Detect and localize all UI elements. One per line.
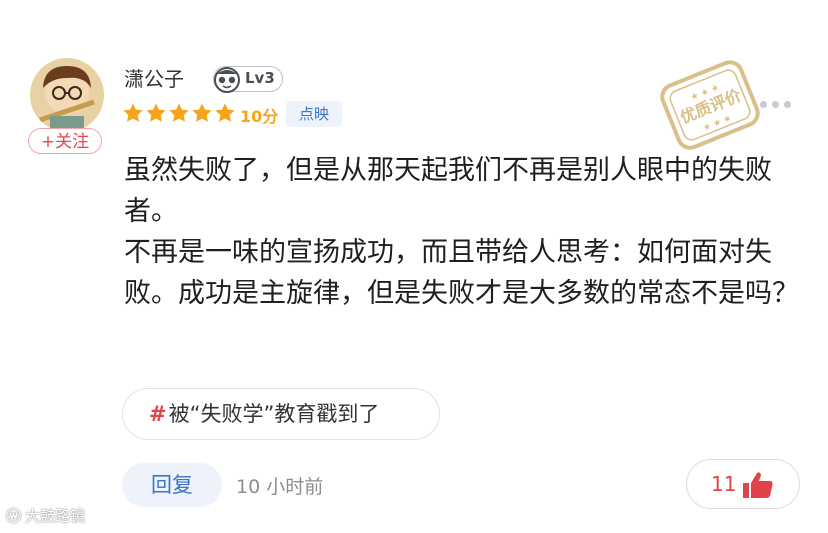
avatar-image [30,58,104,132]
avatar[interactable] [30,58,104,132]
reply-button[interactable]: 回复 [122,463,222,507]
level-text: Lv3 [245,69,275,87]
topic-tag[interactable]: #被“失败学”教育戳到了 [122,388,440,440]
star-icon [215,103,235,122]
watermark-text: 大鼓路镜 [25,507,86,525]
watermark: ⓦ 大鼓路镜 [6,505,85,526]
star-icon [169,103,189,122]
hashtag-icon: # [149,402,167,426]
source-tag: 点映 [286,101,342,127]
username[interactable]: 潇公子 [124,63,184,92]
timestamp: 10 小时前 [236,476,324,498]
follow-button[interactable]: +关注 [28,128,102,154]
like-count: 11 [711,472,737,496]
weibo-icon: ⓦ [6,507,22,525]
star-icon [123,103,143,122]
review-text: 虽然失败了，但是从那天起我们不再是别人眼中的失败者。 不再是一味的宣扬成功，而且… [124,150,814,314]
star-icon [146,103,166,122]
level-badge-icon [214,67,240,93]
like-button[interactable]: 11 [686,459,800,509]
quality-review-stamp: 优质评价 ★ ★ ★ ★ ★ ★ [660,60,760,150]
more-dots-icon[interactable] [760,93,804,108]
topic-label: 被“失败学”教育戳到了 [168,402,380,426]
star-icon [192,103,212,122]
level-badge: Lv3 [213,66,283,93]
review-paragraph: 不再是一味的宣扬成功，而且带给人思考：如何面对失败。成功是主旋律，但是失败才是大… [124,237,799,309]
thumbs-up-icon [743,472,773,498]
rating-score: 10分 [240,107,279,126]
review-paragraph: 虽然失败了，但是从那天起我们不再是别人眼中的失败者。 [124,155,772,227]
